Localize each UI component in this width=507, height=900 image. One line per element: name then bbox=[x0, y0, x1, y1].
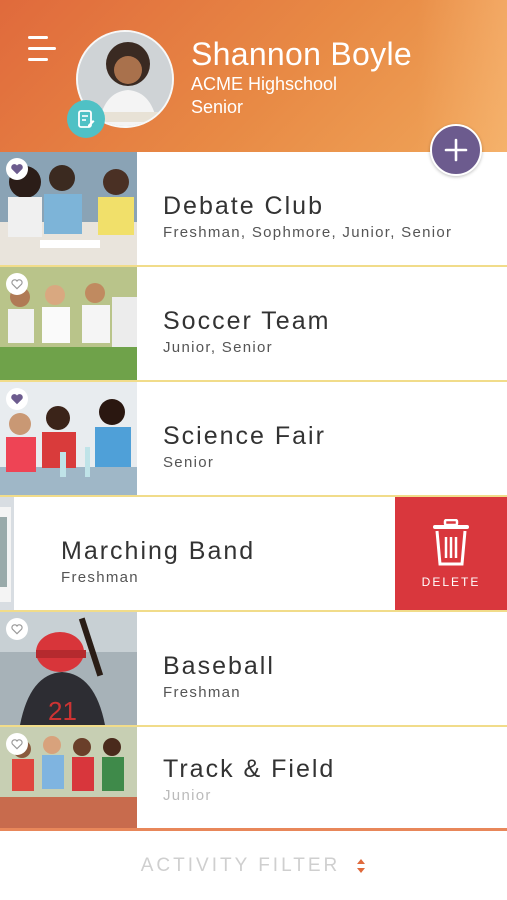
profile-name: Shannon Boyle bbox=[191, 36, 412, 72]
activity-grades: Senior bbox=[163, 454, 215, 471]
list-item[interactable]: Track & Field Junior bbox=[0, 727, 507, 828]
profile-school: ACME Highschool bbox=[191, 74, 338, 94]
plus-icon bbox=[444, 138, 468, 162]
document-edit-icon[interactable] bbox=[67, 100, 105, 138]
activity-title: Baseball bbox=[163, 652, 275, 680]
activity-filter-label: ACTIVITY FILTER bbox=[140, 854, 341, 876]
activity-filter-bar[interactable]: ACTIVITY FILTER bbox=[0, 828, 507, 900]
heart-icon[interactable] bbox=[6, 388, 28, 410]
activity-title: Debate Club bbox=[163, 192, 324, 220]
sort-arrows-icon bbox=[356, 858, 366, 874]
delete-button[interactable]: DELETE bbox=[395, 497, 507, 610]
profile-header: Shannon Boyle ACME Highschool Senior bbox=[0, 0, 507, 152]
hamburger-menu-icon[interactable] bbox=[28, 34, 58, 64]
profile-year: Senior bbox=[191, 97, 244, 117]
list-item[interactable]: Soccer Team Junior, Senior bbox=[0, 267, 507, 382]
activity-title: Science Fair bbox=[163, 422, 326, 450]
list-item[interactable]: Debate Club Freshman, Sophmore, Junior, … bbox=[0, 152, 507, 267]
activity-title: Marching Band bbox=[61, 537, 256, 565]
list-item[interactable]: Marching Band Freshman DELETE bbox=[0, 497, 507, 612]
activity-photo bbox=[0, 497, 14, 610]
list-item[interactable]: 21 Baseball Freshman bbox=[0, 612, 507, 727]
activity-title: Soccer Team bbox=[163, 307, 331, 335]
list-item[interactable]: Science Fair Senior bbox=[0, 382, 507, 497]
delete-label: DELETE bbox=[421, 574, 481, 589]
activity-grades: Junior bbox=[163, 787, 212, 804]
activity-grades: Freshman bbox=[61, 569, 139, 586]
trash-icon bbox=[433, 518, 469, 565]
activity-list[interactable]: Debate Club Freshman, Sophmore, Junior, … bbox=[0, 152, 507, 828]
heart-icon[interactable] bbox=[6, 273, 28, 295]
activity-grades: Freshman bbox=[163, 684, 241, 701]
heart-icon[interactable] bbox=[6, 158, 28, 180]
activity-grades: Freshman, Sophmore, Junior, Senior bbox=[163, 224, 453, 241]
activity-title: Track & Field bbox=[163, 755, 336, 783]
add-activity-button[interactable] bbox=[430, 124, 482, 176]
activity-grades: Junior, Senior bbox=[163, 339, 273, 356]
heart-icon[interactable] bbox=[6, 618, 28, 640]
svg-text:21: 21 bbox=[48, 696, 77, 725]
swiped-row-content[interactable]: Marching Band Freshman bbox=[0, 497, 395, 610]
heart-icon[interactable] bbox=[6, 733, 28, 755]
